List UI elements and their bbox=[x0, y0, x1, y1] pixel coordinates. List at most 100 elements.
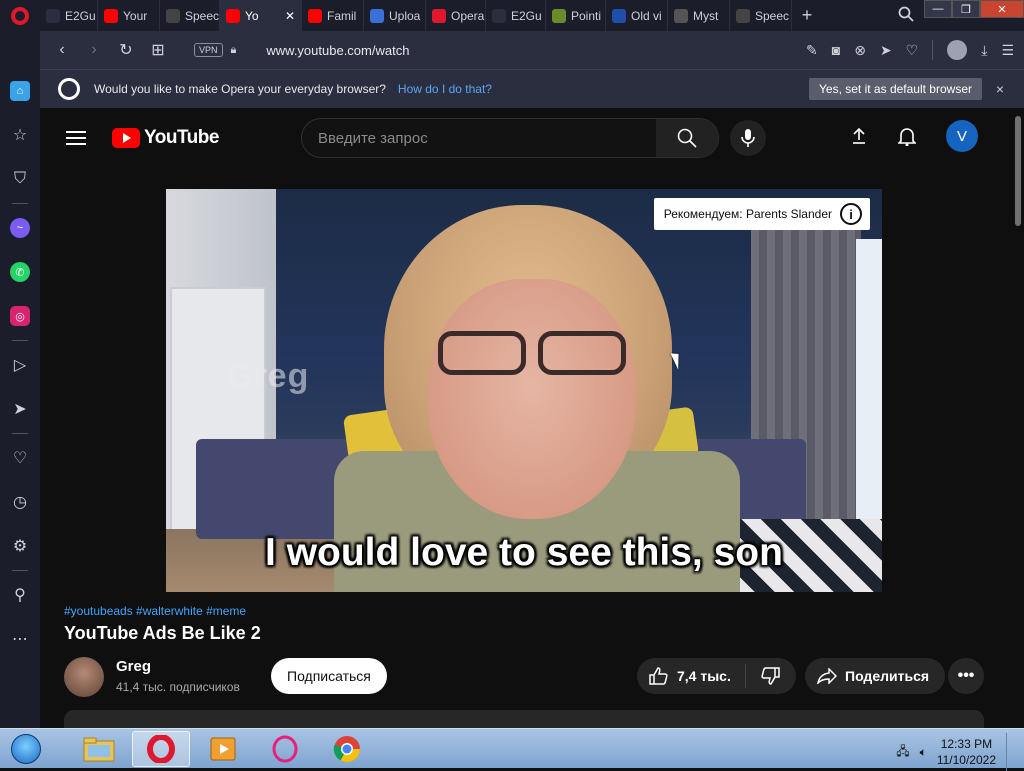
edit-icon[interactable]: ✎ bbox=[806, 42, 818, 59]
prompt-close-icon[interactable]: × bbox=[996, 81, 1004, 97]
opera-icon bbox=[432, 8, 446, 23]
video-subtitle: I would love to see this, son bbox=[265, 531, 783, 574]
browser-tab[interactable]: Old vi bbox=[606, 0, 668, 31]
home-icon[interactable]: ⌂ bbox=[0, 69, 40, 113]
adblock-icon[interactable]: ⊗ bbox=[854, 42, 866, 59]
lock-icon[interactable]: 🔒︎ bbox=[231, 44, 237, 57]
tips-lightbulb-icon[interactable]: ⚲ bbox=[0, 573, 40, 617]
description-box[interactable] bbox=[64, 710, 984, 728]
share-label: Поделиться bbox=[845, 668, 930, 684]
heart-icon[interactable]: ♡ bbox=[906, 42, 919, 59]
tab-label: Famil bbox=[327, 8, 357, 23]
prompt-help-link[interactable]: How do I do that? bbox=[398, 82, 492, 96]
player-icon[interactable]: ▷ bbox=[0, 343, 40, 387]
reload-icon[interactable]: ↻ bbox=[110, 40, 142, 60]
instagram-icon[interactable]: ◎ bbox=[0, 294, 40, 338]
page-scrollbar[interactable] bbox=[1012, 108, 1024, 728]
voice-search-button[interactable] bbox=[730, 120, 766, 156]
more-actions-button[interactable]: ••• bbox=[948, 658, 984, 694]
maximize-button[interactable]: ❐ bbox=[952, 0, 980, 18]
tab-label: Uploa bbox=[389, 8, 421, 23]
taskbar-media-player-icon[interactable] bbox=[194, 731, 252, 767]
settings-gear-icon[interactable]: ⚙ bbox=[0, 524, 40, 568]
browser-tab[interactable]: Opera bbox=[426, 0, 486, 31]
bookmarks-icon[interactable]: ☆ bbox=[0, 113, 40, 157]
browser-tab[interactable]: Uploa bbox=[364, 0, 426, 31]
browser-tab[interactable]: Your bbox=[98, 0, 160, 31]
send-icon[interactable]: ➤ bbox=[880, 42, 892, 59]
browser-tab[interactable]: Myst bbox=[668, 0, 730, 31]
notifications-bell-icon[interactable] bbox=[898, 126, 916, 146]
show-desktop-button[interactable] bbox=[1006, 733, 1016, 771]
messenger-icon[interactable]: ~ bbox=[0, 206, 40, 250]
new-tab-button[interactable]: + bbox=[792, 5, 822, 26]
tab-bar: E2Gu Your Speec Yo ✕ Famil Uploa Opera E2Gu Point… bbox=[0, 0, 1024, 31]
browser-tab[interactable]: Speec bbox=[730, 0, 792, 31]
dislike-button[interactable] bbox=[746, 667, 796, 685]
e2g-icon bbox=[492, 8, 506, 23]
menu-hamburger-icon[interactable] bbox=[66, 127, 86, 149]
taskbar-opera-gx-icon[interactable] bbox=[256, 731, 314, 767]
info-icon[interactable]: i bbox=[840, 203, 862, 225]
easy-setup-icon[interactable]: ☰ bbox=[1001, 42, 1014, 59]
sidebar-more-icon[interactable]: ⋯ bbox=[0, 617, 40, 661]
tab-grid-icon[interactable]: ⊞ bbox=[142, 40, 174, 60]
back-button[interactable]: ‹ bbox=[46, 41, 78, 59]
video-player[interactable]: Greg I would love to see this, son Реком… bbox=[166, 189, 882, 592]
address-bar: ‹ › ↻ ⊞ VPN 🔒︎ www.youtube.com/watch ✎ ◙… bbox=[40, 31, 1024, 69]
start-button[interactable] bbox=[6, 729, 46, 769]
pen-icon bbox=[552, 8, 566, 23]
youtube-logo[interactable]: YouTube bbox=[112, 127, 219, 149]
recommendation-card[interactable]: Рекомендуем: Parents Slander i bbox=[653, 198, 870, 230]
network-icon[interactable]: 🖧︎ bbox=[896, 742, 909, 763]
clock-date: 11/10/2022 bbox=[936, 753, 996, 767]
recommendation-text: Рекомендуем: Parents Slander bbox=[663, 207, 832, 221]
subscribe-button[interactable]: Подписаться bbox=[271, 658, 387, 694]
upload-icon[interactable] bbox=[850, 127, 868, 145]
browser-tab[interactable]: E2Gu bbox=[486, 0, 546, 31]
taskbar-chrome-icon[interactable] bbox=[318, 731, 376, 767]
youtube-header: YouTube V bbox=[40, 108, 1012, 168]
minimize-button[interactable]: — bbox=[924, 0, 952, 18]
video-hashtags[interactable]: #youtubeads #walterwhite #meme bbox=[64, 604, 246, 618]
youtube-icon bbox=[104, 8, 118, 23]
close-window-button[interactable]: ✕ bbox=[980, 0, 1024, 18]
account-avatar[interactable]: V bbox=[946, 120, 978, 152]
clock[interactable]: 12:33 PM 11/10/2022 bbox=[937, 736, 996, 768]
tab-label: Speec bbox=[755, 8, 790, 23]
tab-label: Yo bbox=[245, 8, 259, 23]
volume-icon[interactable]: 🔈︎ bbox=[920, 745, 927, 760]
tab-search-icon[interactable] bbox=[898, 6, 914, 25]
url-field[interactable]: www.youtube.com/watch bbox=[266, 43, 409, 58]
opera-menu-icon[interactable] bbox=[0, 0, 40, 31]
like-button[interactable]: 7,4 тыс. bbox=[637, 664, 746, 688]
flow-icon[interactable]: ➤ bbox=[0, 387, 40, 431]
shopping-bag-icon[interactable]: ⛉ bbox=[0, 157, 40, 201]
camera-icon[interactable]: ◙ bbox=[832, 42, 840, 58]
favorites-icon[interactable]: ♡ bbox=[0, 436, 40, 480]
history-icon[interactable]: ◷ bbox=[0, 480, 40, 524]
download-icon[interactable]: ⤓ bbox=[981, 42, 987, 59]
channel-name[interactable]: Greg bbox=[116, 658, 151, 675]
browser-tab[interactable]: Pointi bbox=[546, 0, 606, 31]
ov-icon bbox=[612, 8, 626, 23]
channel-avatar[interactable] bbox=[64, 657, 104, 697]
close-tab-icon[interactable]: ✕ bbox=[285, 9, 295, 23]
tab-label: Old vi bbox=[631, 8, 662, 23]
search-input[interactable] bbox=[302, 119, 656, 157]
taskbar-opera-icon[interactable] bbox=[132, 730, 190, 767]
whatsapp-icon[interactable]: ✆ bbox=[0, 250, 40, 294]
profile-icon[interactable] bbox=[947, 40, 968, 60]
browser-tab[interactable]: Famil bbox=[302, 0, 364, 31]
microphone-icon bbox=[741, 129, 755, 147]
taskbar-explorer-icon[interactable] bbox=[70, 731, 128, 767]
browser-tab[interactable]: E2Gu bbox=[40, 0, 98, 31]
vpn-badge[interactable]: VPN bbox=[194, 43, 223, 57]
set-default-button[interactable]: Yes, set it as default browser bbox=[809, 78, 982, 100]
browser-tab[interactable]: Yo ✕ bbox=[220, 0, 302, 31]
search-button[interactable] bbox=[656, 119, 718, 157]
forward-button[interactable]: › bbox=[78, 41, 110, 59]
clock-time: 12:33 PM bbox=[940, 737, 993, 751]
browser-tab[interactable]: Speec bbox=[160, 0, 220, 31]
share-button[interactable]: Поделиться bbox=[805, 658, 946, 694]
